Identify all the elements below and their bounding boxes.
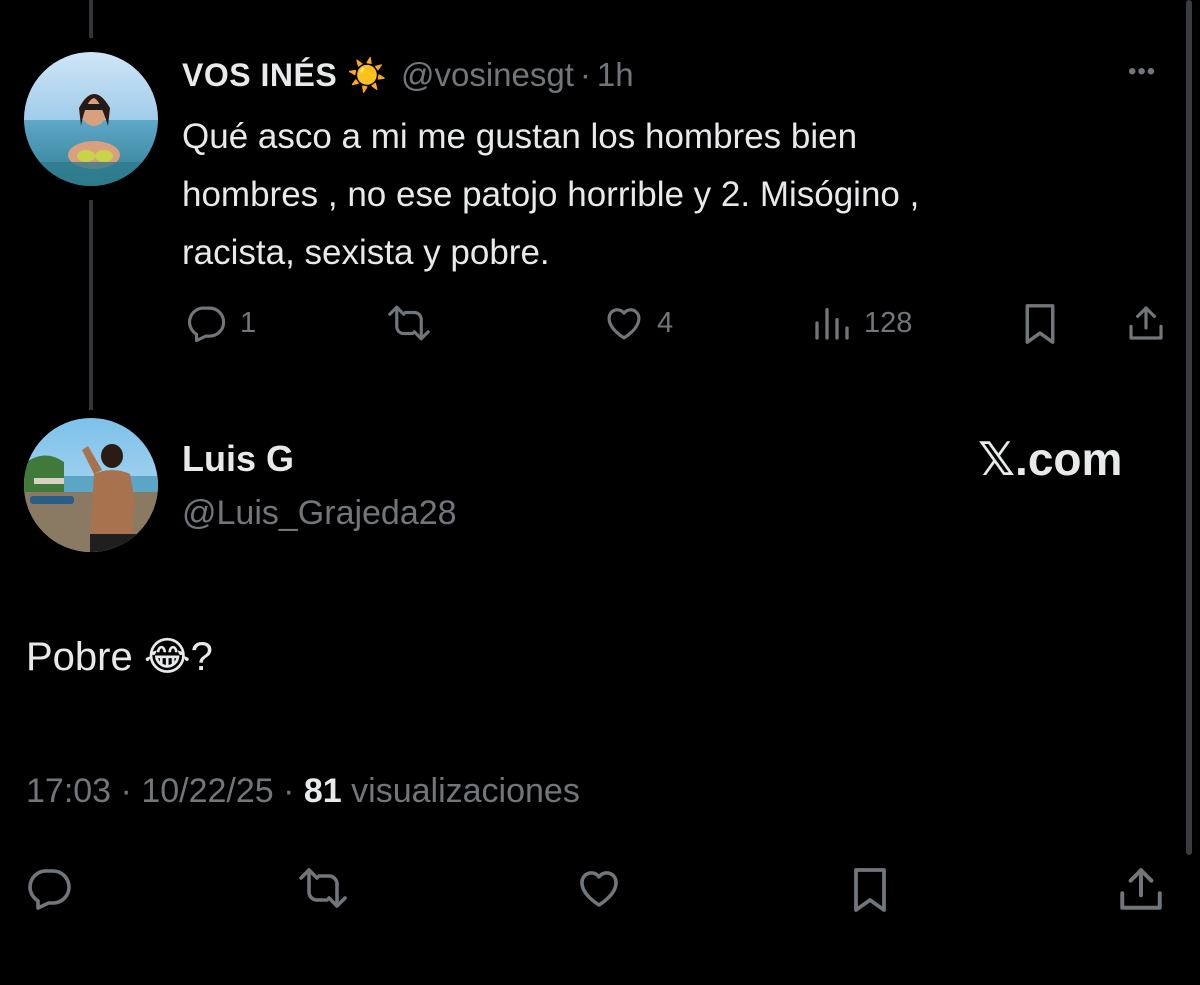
tweet-meta: 17:03 · 10/22/25 · 81 visualizaciones	[26, 772, 580, 811]
reply-button[interactable]	[26, 864, 74, 912]
display-name[interactable]: Luis G	[182, 438, 294, 480]
bookmark-button[interactable]	[1020, 302, 1060, 346]
separator: ·	[579, 56, 591, 93]
views-label: visualizaciones	[341, 772, 580, 810]
tweet-text: Qué asco a mi me gustan los hombres bien…	[182, 108, 919, 282]
tweet-text-word: Pobre	[26, 635, 133, 679]
tweet-text-suffix: ?	[190, 635, 213, 679]
laughing-emoji-icon: 😂	[143, 635, 191, 679]
tweet-date[interactable]: 10/22/25	[141, 772, 273, 810]
handle[interactable]: @Luis_Grajeda28	[182, 494, 457, 533]
views-button[interactable]: 128	[812, 302, 912, 344]
more-options-icon[interactable]: •••	[1128, 58, 1156, 86]
meta-separator: ·	[111, 772, 142, 810]
display-name[interactable]: VOS INÉS	[182, 57, 337, 94]
scrollbar[interactable]	[1186, 0, 1192, 855]
heart-icon	[574, 864, 624, 912]
like-button[interactable]	[574, 864, 624, 912]
retweet-icon	[296, 864, 350, 912]
reply-button[interactable]: 1	[186, 302, 256, 344]
share-button[interactable]	[1116, 864, 1166, 914]
handle[interactable]: @vosinesgt	[401, 56, 574, 94]
retweet-button[interactable]	[386, 302, 432, 344]
tweet-text-line: Qué asco a mi me gustan los hombres bien	[182, 117, 858, 156]
tweet-text-line: racista, sexista y pobre.	[182, 233, 550, 272]
tweet-text: Pobre 😂?	[26, 634, 213, 680]
like-button[interactable]: 4	[603, 302, 673, 344]
share-button[interactable]	[1126, 302, 1166, 344]
thread-line-bottom	[89, 200, 93, 410]
meta-separator: ·	[273, 772, 304, 810]
views-count: 81	[303, 772, 342, 810]
retweet-button[interactable]	[296, 864, 350, 912]
like-count: 4	[657, 306, 674, 339]
thread-line-top	[89, 0, 93, 38]
avatar-vosinesgt[interactable]	[24, 52, 158, 186]
views-icon	[812, 302, 852, 344]
retweet-icon	[386, 302, 432, 344]
bookmark-button[interactable]	[848, 864, 892, 916]
tweet-text-line: hombres , no ese patojo horrible y 2. Mi…	[182, 175, 920, 214]
tweet-time[interactable]: 17:03	[26, 772, 111, 810]
share-icon	[1126, 302, 1166, 344]
bookmark-icon	[848, 864, 892, 916]
x-com-watermark: 𝕏.com	[978, 433, 1123, 485]
bookmark-icon	[1020, 302, 1060, 346]
reply-icon	[186, 302, 228, 344]
sun-emoji-icon: ☀️	[347, 57, 387, 93]
tweet-header: VOS INÉS ☀️ @vosinesgt · 1h	[182, 50, 634, 100]
avatar-luis-grajeda28[interactable]	[24, 418, 158, 552]
view-count: 128	[864, 306, 913, 339]
share-icon	[1116, 864, 1166, 914]
heart-icon	[603, 302, 645, 344]
reply-count: 1	[240, 306, 257, 339]
reply-icon	[26, 864, 74, 912]
time-ago[interactable]: 1h	[597, 56, 634, 94]
